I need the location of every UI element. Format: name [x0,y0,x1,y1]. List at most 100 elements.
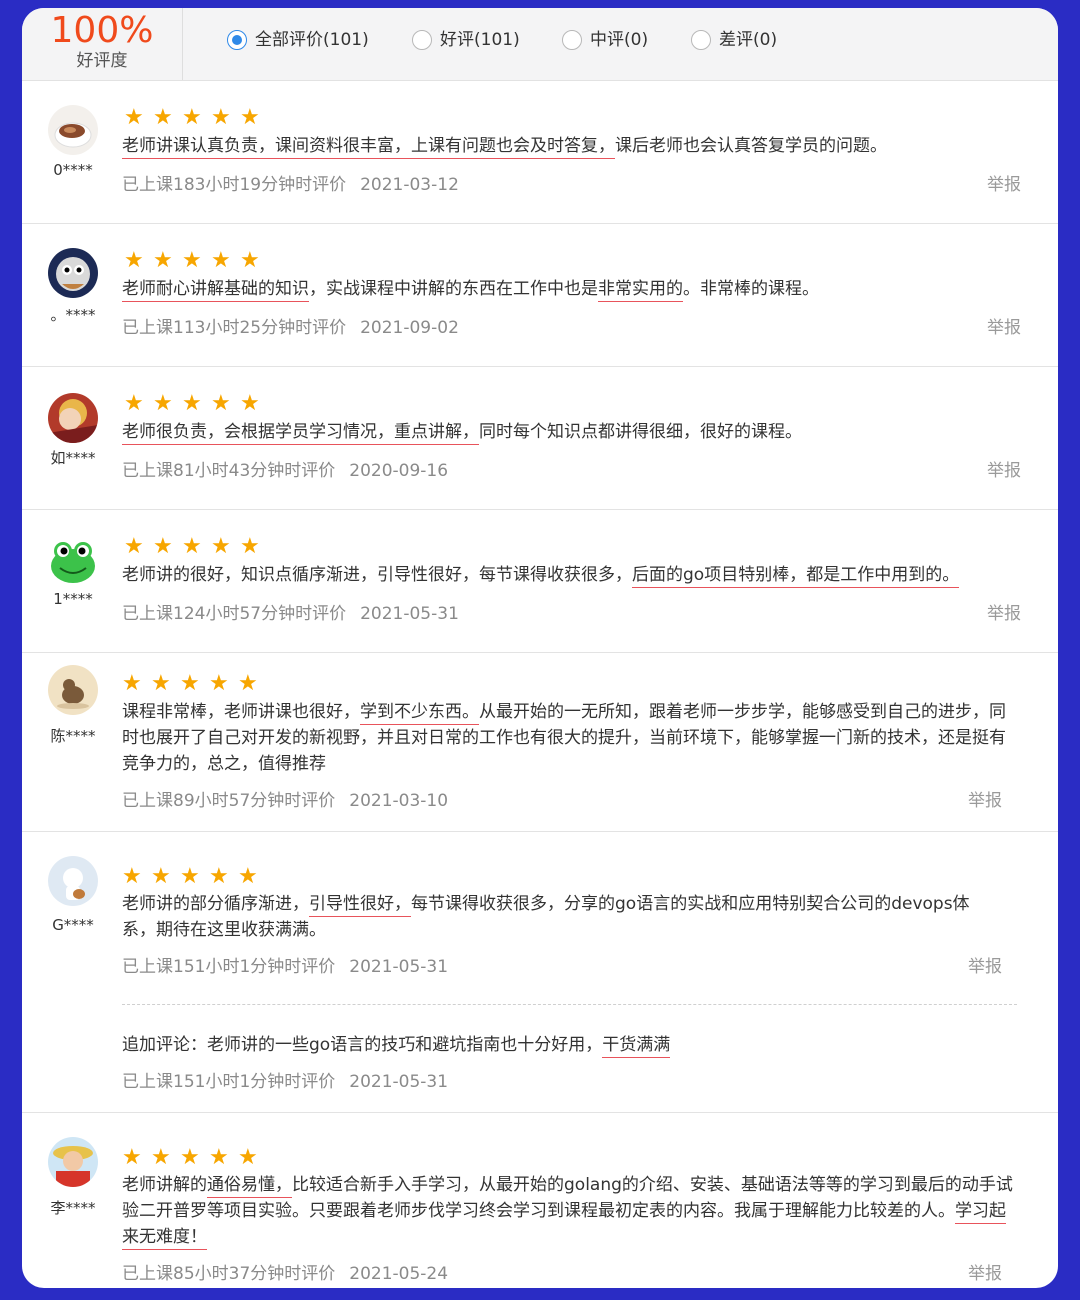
avatar[interactable] [48,536,98,586]
report-link[interactable]: 举报 [968,790,1002,812]
filter-neutral-label: 中评(0) [590,30,649,50]
avatar[interactable] [48,393,98,443]
review-date: 2021-05-31 [360,604,459,624]
reviews-card: 100% 好评度 全部评价(101) 好评(101) 中评(0) 差评(0) 0… [22,8,1058,1288]
avatar[interactable] [48,856,98,906]
report-link[interactable]: 举报 [968,1263,1002,1285]
star-rating: ★ ★ ★ ★ ★ [124,250,269,272]
review-content: 老师讲课认真负责，课间资料很丰富，上课有问题也会及时答复，课后老师也会认真答复学… [122,133,1022,159]
star-icon: ★ [180,671,200,696]
review-content: 老师讲解的通俗易懂，比较适合新手入手学习，从最开始的golang的介绍、安装、基… [122,1172,1017,1250]
review-content: 老师很负责，会根据学员学习情况，重点讲解，同时每个知识点都讲得很细，很好的课程。 [122,419,1022,445]
report-link[interactable]: 举报 [968,956,1002,978]
divider [122,1004,1017,1005]
avatar[interactable] [48,248,98,298]
star-rating: ★ ★ ★ ★ ★ [124,536,269,558]
review-date: 2021-05-24 [349,1264,449,1284]
review-meta: 已上课85小时37分钟时评价 2021-05-24 [122,1264,449,1284]
star-icon: ★ [151,1145,171,1170]
star-icon: ★ [122,864,142,889]
review-item: 0**** ★ ★ ★ ★ ★ 老师讲课认真负责，课间资料很丰富，上课有问题也会及时答复… [22,81,1058,224]
review-meta: 已上课81小时43分钟时评价 2020-09-16 [122,461,449,481]
guitar-avatar-icon [48,856,98,906]
report-link[interactable]: 举报 [987,317,1021,339]
star-icon: ★ [124,105,144,130]
radio-selected-icon [227,30,247,50]
positive-rate-summary: 100% 好评度 [22,8,183,80]
review-item: 如**** ★ ★ ★ ★ ★ 老师很负责，会根据学员学习情况，重点讲解，同时每个知识点… [22,367,1058,510]
avatar[interactable] [48,665,98,715]
report-link[interactable]: 举报 [987,603,1021,625]
star-icon: ★ [122,1145,142,1170]
star-icon: ★ [182,391,202,416]
star-icon: ★ [124,391,144,416]
filter-all-label: 全部评价(101) [255,30,369,50]
review-content: 课程非常棒，老师讲课也很好，学到不少东西。从最开始的一无所知，跟着老师一步步学，… [122,702,1006,774]
hamster-avatar-icon [48,665,98,715]
review-item: G**** ★ ★ ★ ★ ★ 老师讲的部分循序渐进，引导性很好，每节课得收获很多，分享… [22,832,1058,1113]
rating-filter-bar: 100% 好评度 全部评价(101) 好评(101) 中评(0) 差评(0) [22,8,1058,81]
filter-negative-label: 差评(0) [719,30,778,50]
star-icon: ★ [151,864,171,889]
star-icon: ★ [153,105,173,130]
star-icon: ★ [122,671,142,696]
review-date: 2020-09-16 [349,461,449,481]
star-rating: ★ ★ ★ ★ ★ [124,393,269,415]
star-icon: ★ [153,391,173,416]
review-item: 1**** ★ ★ ★ ★ ★ 老师讲的很好，知识点循序渐进，引导性很好，每节课得收获很… [22,510,1058,653]
positive-rate-label: 好评度 [76,51,128,71]
review-date: 2021-03-12 [360,175,459,195]
star-icon: ★ [182,105,202,130]
star-icon: ★ [240,248,260,273]
review-content: 老师讲的部分循序渐进，引导性很好，每节课得收获很多，分享的go语言的实战和应用特… [122,894,970,940]
followup-date: 2021-05-31 [349,1072,449,1092]
radio-icon [562,30,582,50]
username: 。**** [50,306,96,324]
star-icon: ★ [211,391,231,416]
star-icon: ★ [209,864,229,889]
luffy-avatar-icon [48,1137,98,1187]
report-link[interactable]: 举报 [987,174,1021,196]
cartoon-avatar-icon [48,248,98,298]
coffee-cup-avatar-icon [48,105,98,155]
review-meta: 已上课151小时1分钟时评价 2021-05-31 [122,957,449,977]
star-icon: ★ [180,864,200,889]
star-icon: ★ [182,248,202,273]
followup-content: 追加评论：老师讲的一些go语言的技巧和避坑指南也十分好用，干货满满 [122,1032,1022,1058]
review-meta: 已上课113小时25分钟时评价 2021-09-02 [122,318,459,338]
username: 陈**** [50,727,96,745]
star-icon: ★ [124,534,144,559]
radio-icon [691,30,711,50]
star-icon: ★ [211,105,231,130]
review-content: 老师耐心讲解基础的知识，实战课程中讲解的东西在工作中也是非常实用的。非常棒的课程… [122,276,1022,302]
avatar[interactable] [48,1137,98,1187]
star-icon: ★ [124,248,144,273]
star-icon: ★ [240,105,260,130]
star-icon: ★ [153,248,173,273]
star-icon: ★ [209,1145,229,1170]
report-link[interactable]: 举报 [987,460,1021,482]
star-rating: ★ ★ ★ ★ ★ [122,1147,267,1169]
review-date: 2021-09-02 [360,318,459,338]
review-meta: 已上课183小时19分钟时评价 2021-03-12 [122,175,459,195]
avatar[interactable] [48,105,98,155]
filter-positive-label: 好评(101) [440,30,520,50]
review-item: 陈**** ★ ★ ★ ★ ★ 课程非常棒，老师讲课也很好，学到不少东西。从最开始的一无… [22,653,1058,832]
review-item: 李**** ★ ★ ★ ★ ★ 老师讲解的通俗易懂，比较适合新手入手学习，从最开始的go… [22,1113,1058,1288]
star-icon: ★ [238,671,258,696]
star-icon: ★ [180,1145,200,1170]
star-icon: ★ [240,391,260,416]
username: 1**** [53,590,93,608]
star-icon: ★ [211,248,231,273]
star-icon: ★ [240,534,260,559]
star-icon: ★ [182,534,202,559]
review-content: 老师讲的很好，知识点循序渐进，引导性很好，每节课得收获很多，后面的go项目特别棒… [122,562,1022,588]
username: G**** [52,916,94,934]
star-icon: ★ [211,534,231,559]
review-meta: 已上课124小时57分钟时评价 2021-05-31 [122,604,459,624]
radio-icon [412,30,432,50]
star-icon: ★ [153,534,173,559]
star-rating: ★ ★ ★ ★ ★ [122,673,267,695]
star-icon: ★ [238,1145,258,1170]
followup-meta: 已上课151小时1分钟时评价 2021-05-31 [122,1072,449,1092]
